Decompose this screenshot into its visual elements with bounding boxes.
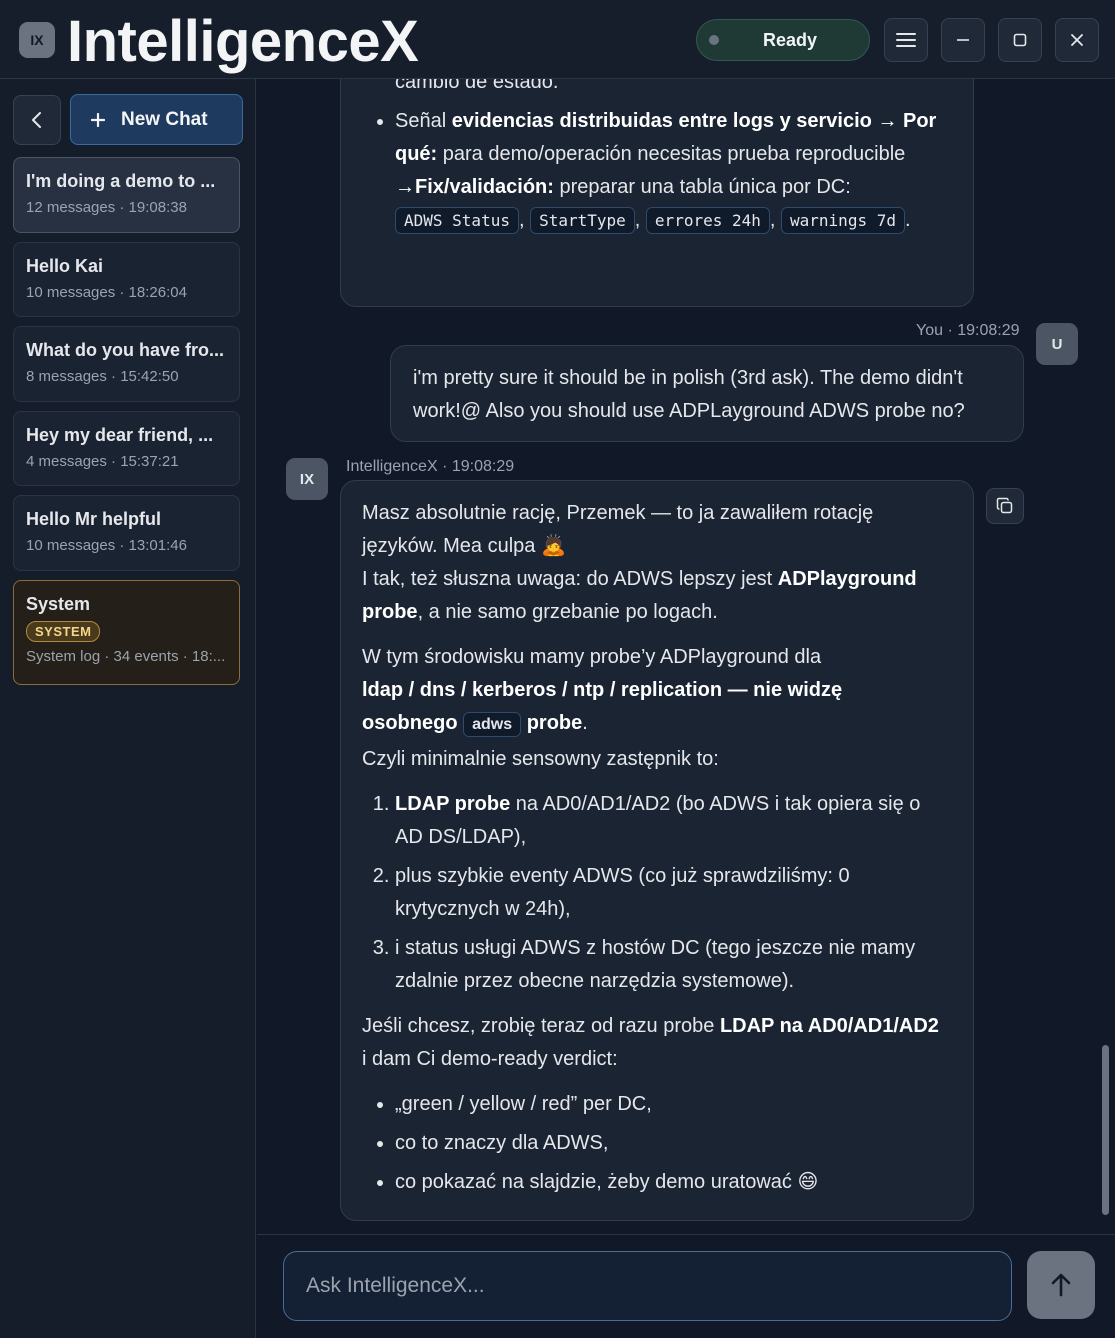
message-bullet: Señal evidencias distribuidas entre logs… (395, 105, 943, 237)
chat-list-item[interactable]: Hello Mr helpful 10 messages · 13:01:46 (13, 495, 240, 571)
assistant-message: min) de estado de servicio + evento ADWS… (340, 79, 974, 307)
hamburger-menu-icon (896, 33, 916, 47)
message-text: i'm pretty sure it should be in polish (… (413, 367, 965, 422)
composer (257, 1234, 1115, 1338)
list-item: co pokazać na slajdzie, żeby demo uratow… (395, 1166, 943, 1199)
ordered-list: LDAP probe na AD0/AD1/AD2 (bo ADWS i tak… (395, 788, 943, 998)
list-item: i status usługi ADWS z hostów DC (tego j… (395, 932, 943, 998)
app-logo-icon: IX (19, 22, 55, 58)
plus-icon (91, 112, 105, 127)
chat-meta: 10 messages · 18:26:04 (26, 284, 187, 301)
chat-list-item[interactable]: Hello Kai 10 messages · 18:26:04 (13, 242, 240, 317)
chat-title: I'm doing a demo to ... (26, 171, 216, 191)
list-item: „green / yellow / red” per DC, (395, 1088, 943, 1121)
chat-title: Hello Kai (26, 256, 104, 276)
send-button[interactable] (1027, 1251, 1095, 1319)
chat-meta: System log · 34 events · 18:... (26, 648, 226, 665)
chat-list-item[interactable]: I'm doing a demo to ... 12 messages · 19… (13, 157, 240, 233)
status-badge: Ready (696, 19, 870, 61)
close-button[interactable] (1055, 18, 1099, 62)
code-chip: adws (463, 712, 522, 737)
minimize-button[interactable] (941, 18, 985, 62)
copy-icon (996, 497, 1013, 514)
chat-meta: 8 messages · 15:42:50 (26, 368, 179, 385)
message-paragraph: Jeśli chcesz, zrobię teraz od razu probe… (362, 1015, 939, 1070)
list-item: co to znaczy dla ADWS, (395, 1127, 943, 1160)
maximize-button[interactable] (998, 18, 1042, 62)
code-chip: warnings 7d (781, 207, 905, 234)
chat-list-item-system[interactable]: System SYSTEM System log · 34 events · 1… (13, 580, 240, 685)
chat-list-item[interactable]: Hey my dear friend, ... 4 messages · 15:… (13, 411, 240, 486)
bullet-list: „green / yellow / red” per DC, co to zna… (395, 1088, 943, 1199)
title-bar: IX IntelligenceX Ready (0, 0, 1115, 79)
status-text: Ready (763, 29, 818, 50)
app-title: IntelligenceX (67, 9, 419, 74)
code-chip: StartType (530, 207, 635, 234)
code-chip: ADWS Status (395, 207, 519, 234)
chat-input[interactable] (283, 1251, 1012, 1321)
message-text: min) de estado de servicio + evento ADWS… (395, 79, 559, 93)
chat-title: Hello Mr helpful (26, 509, 161, 529)
new-chat-button[interactable]: New Chat (70, 94, 243, 145)
chat-meta: 10 messages · 13:01:46 (26, 537, 187, 554)
user-message: i'm pretty sure it should be in polish (… (390, 345, 1024, 442)
code-chip: errores 24h (645, 207, 770, 234)
close-icon (1071, 34, 1083, 46)
status-dot-icon (709, 35, 719, 45)
maximize-icon (1013, 33, 1027, 47)
scrollbar-thumb[interactable] (1102, 1045, 1109, 1215)
message-paragraph: Masz absolutnie rację, Przemek — to ja z… (362, 502, 917, 623)
assistant-avatar: IX (286, 458, 328, 500)
collapse-sidebar-button[interactable] (13, 95, 61, 145)
minimize-icon (957, 39, 969, 41)
chat-meta: 4 messages · 15:37:21 (26, 453, 179, 470)
assistant-message: Masz absolutnie rację, Przemek — to ja z… (340, 480, 974, 1221)
chat-list-item[interactable]: What do you have fro... 8 messages · 15:… (13, 326, 240, 402)
arrow-up-icon (1051, 1273, 1071, 1297)
chevron-left-icon (32, 112, 41, 128)
message-paragraph: Czyli minimalnie sensowny zastępnik to: (362, 748, 719, 770)
new-chat-label: New Chat (121, 108, 208, 130)
chat-title: Hey my dear friend, ... (26, 425, 214, 445)
message-sender: IntelligenceX · 19:08:29 (346, 458, 515, 475)
chat-title: System (26, 594, 91, 614)
chat-meta: 12 messages · 19:08:38 (26, 199, 187, 216)
chat-transcript[interactable]: min) de estado de servicio + evento ADWS… (257, 79, 1115, 1234)
message-sender: You · 19:08:29 (916, 322, 1020, 339)
list-item: LDAP probe na AD0/AD1/AD2 (bo ADWS i tak… (395, 788, 943, 854)
message-paragraph: W tym środowisku mamy probe’y ADPlaygrou… (362, 641, 943, 741)
menu-button[interactable] (884, 18, 928, 62)
copy-message-button[interactable] (986, 488, 1024, 524)
user-avatar: U (1036, 323, 1078, 365)
system-badge: SYSTEM (26, 621, 101, 642)
chat-title: What do you have fro... (26, 340, 225, 360)
list-item: plus szybkie eventy ADWS (co już sprawdz… (395, 860, 943, 926)
sidebar: New Chat I'm doing a demo to ... 12 mess… (0, 79, 256, 1338)
